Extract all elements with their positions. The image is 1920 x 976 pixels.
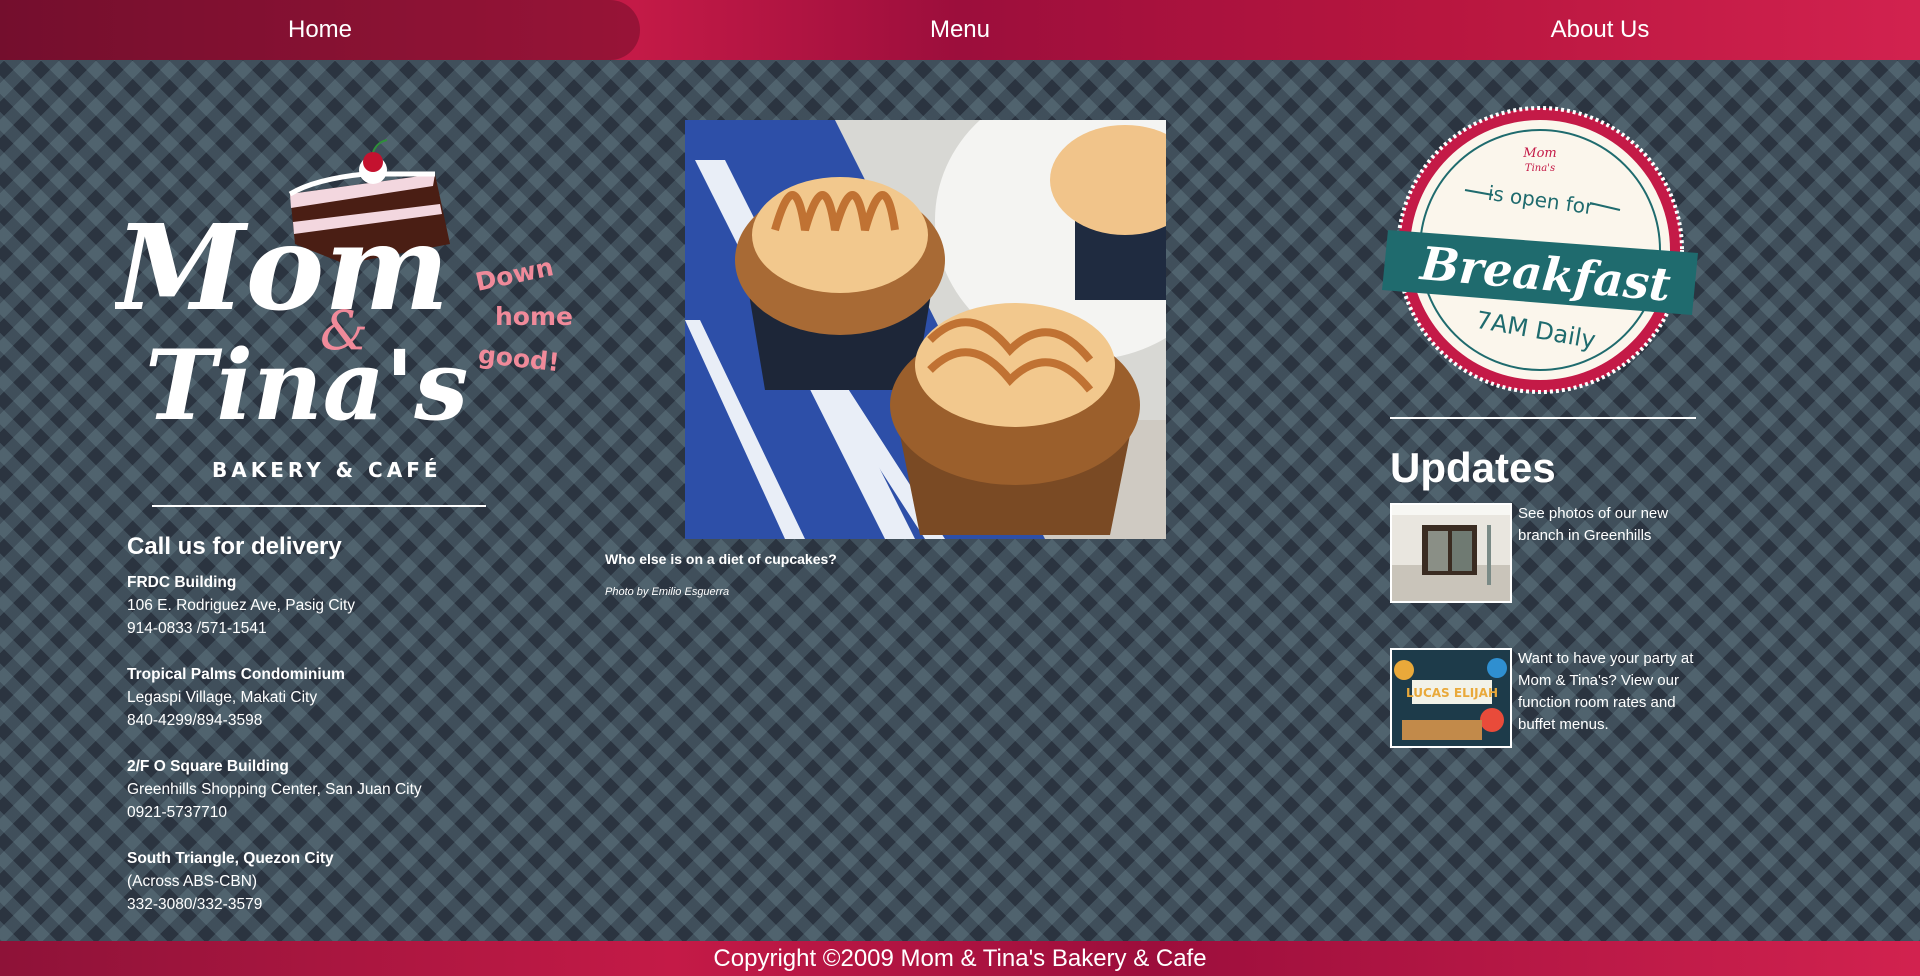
brand-logo: Mom & Tina's Down home good! [115,92,575,492]
greenhills-branch-thumbnail[interactable] [1390,503,1512,603]
branch-item: Tropical Palms Condominium Legaspi Villa… [127,663,547,732]
logo-script-graphic: Mom & Tina's [115,139,468,442]
update-item-greenhills[interactable]: See photos of our new branch in Greenhil… [1390,503,1710,603]
update-text-greenhills[interactable]: See photos of our new branch in Greenhil… [1518,503,1703,603]
updates-heading: Updates [1390,444,1556,491]
branch-item: South Triangle, Quezon City (Across ABS-… [127,847,547,916]
delivery-heading: Call us for delivery [127,533,342,560]
right-divider [1390,417,1696,419]
logo-word-tinas: Tina's [145,329,468,442]
copyright-text: Copyright ©2009 Mom & Tina's Bakery & Ca… [713,944,1207,972]
tagline-good: good! [476,339,561,378]
branch-item: 2/F O Square Building Greenhills Shoppin… [127,755,547,824]
nav-about-us-link[interactable]: About Us [1280,0,1920,60]
main-nav: Home Menu About Us [0,0,1920,60]
badge-mini-logo: Mom [1522,146,1556,161]
branch-phone: 840-4299/894-3598 [127,712,263,729]
branch-address: Greenhills Shopping Center, San Juan Cit… [127,781,422,798]
nav-home-link[interactable]: Home [0,0,640,60]
update-text-party[interactable]: Want to have your party at Mom & Tina's?… [1518,648,1703,748]
branch-address: (Across ABS-CBN) [127,873,258,890]
logo-word-mom: Mom [115,198,449,337]
tagline-down: Down [472,252,556,297]
branch-phone: 0921-5737710 [127,804,227,821]
branch-name: South Triangle, Quezon City [127,850,334,867]
party-function-room-thumbnail[interactable]: LUCAS ELIJAH [1390,648,1512,748]
breakfast-badge[interactable]: Mom Tina's is open for Breakfast 7AM Dai… [1380,105,1700,405]
cupcake-photo [685,120,1166,539]
branch-phone: 914-0833 /571-1541 [127,620,267,637]
branch-list: FRDC Building 106 E. Rodriguez Ave, Pasi… [127,571,547,939]
footer: Copyright ©2009 Mom & Tina's Bakery & Ca… [0,941,1920,976]
branch-phone: 332-3080/332-3579 [127,896,263,913]
branch-name: Tropical Palms Condominium [127,666,345,683]
branch-address: 106 E. Rodriguez Ave, Pasig City [127,597,356,614]
branch-item: FRDC Building 106 E. Rodriguez Ave, Pasi… [127,571,547,640]
tagline-home: home [495,302,573,331]
branch-name: 2/F O Square Building [127,758,289,775]
left-divider [152,505,486,507]
badge-mini-logo-2: Tina's [1525,163,1555,174]
branch-address: Legaspi Village, Makati City [127,689,318,706]
party-banner-text: LUCAS ELIJAH [1406,686,1498,700]
nav-menu-link[interactable]: Menu [640,0,1280,60]
photo-caption: Who else is on a diet of cupcakes? [605,551,837,567]
update-item-party[interactable]: LUCAS ELIJAH Want to have your party at … [1390,648,1710,748]
photo-credit: Photo by Emilio Esguerra [605,586,730,598]
bakery-cafe-subtitle: BAKERY & CAFÉ [212,458,442,482]
branch-name: FRDC Building [127,574,237,591]
